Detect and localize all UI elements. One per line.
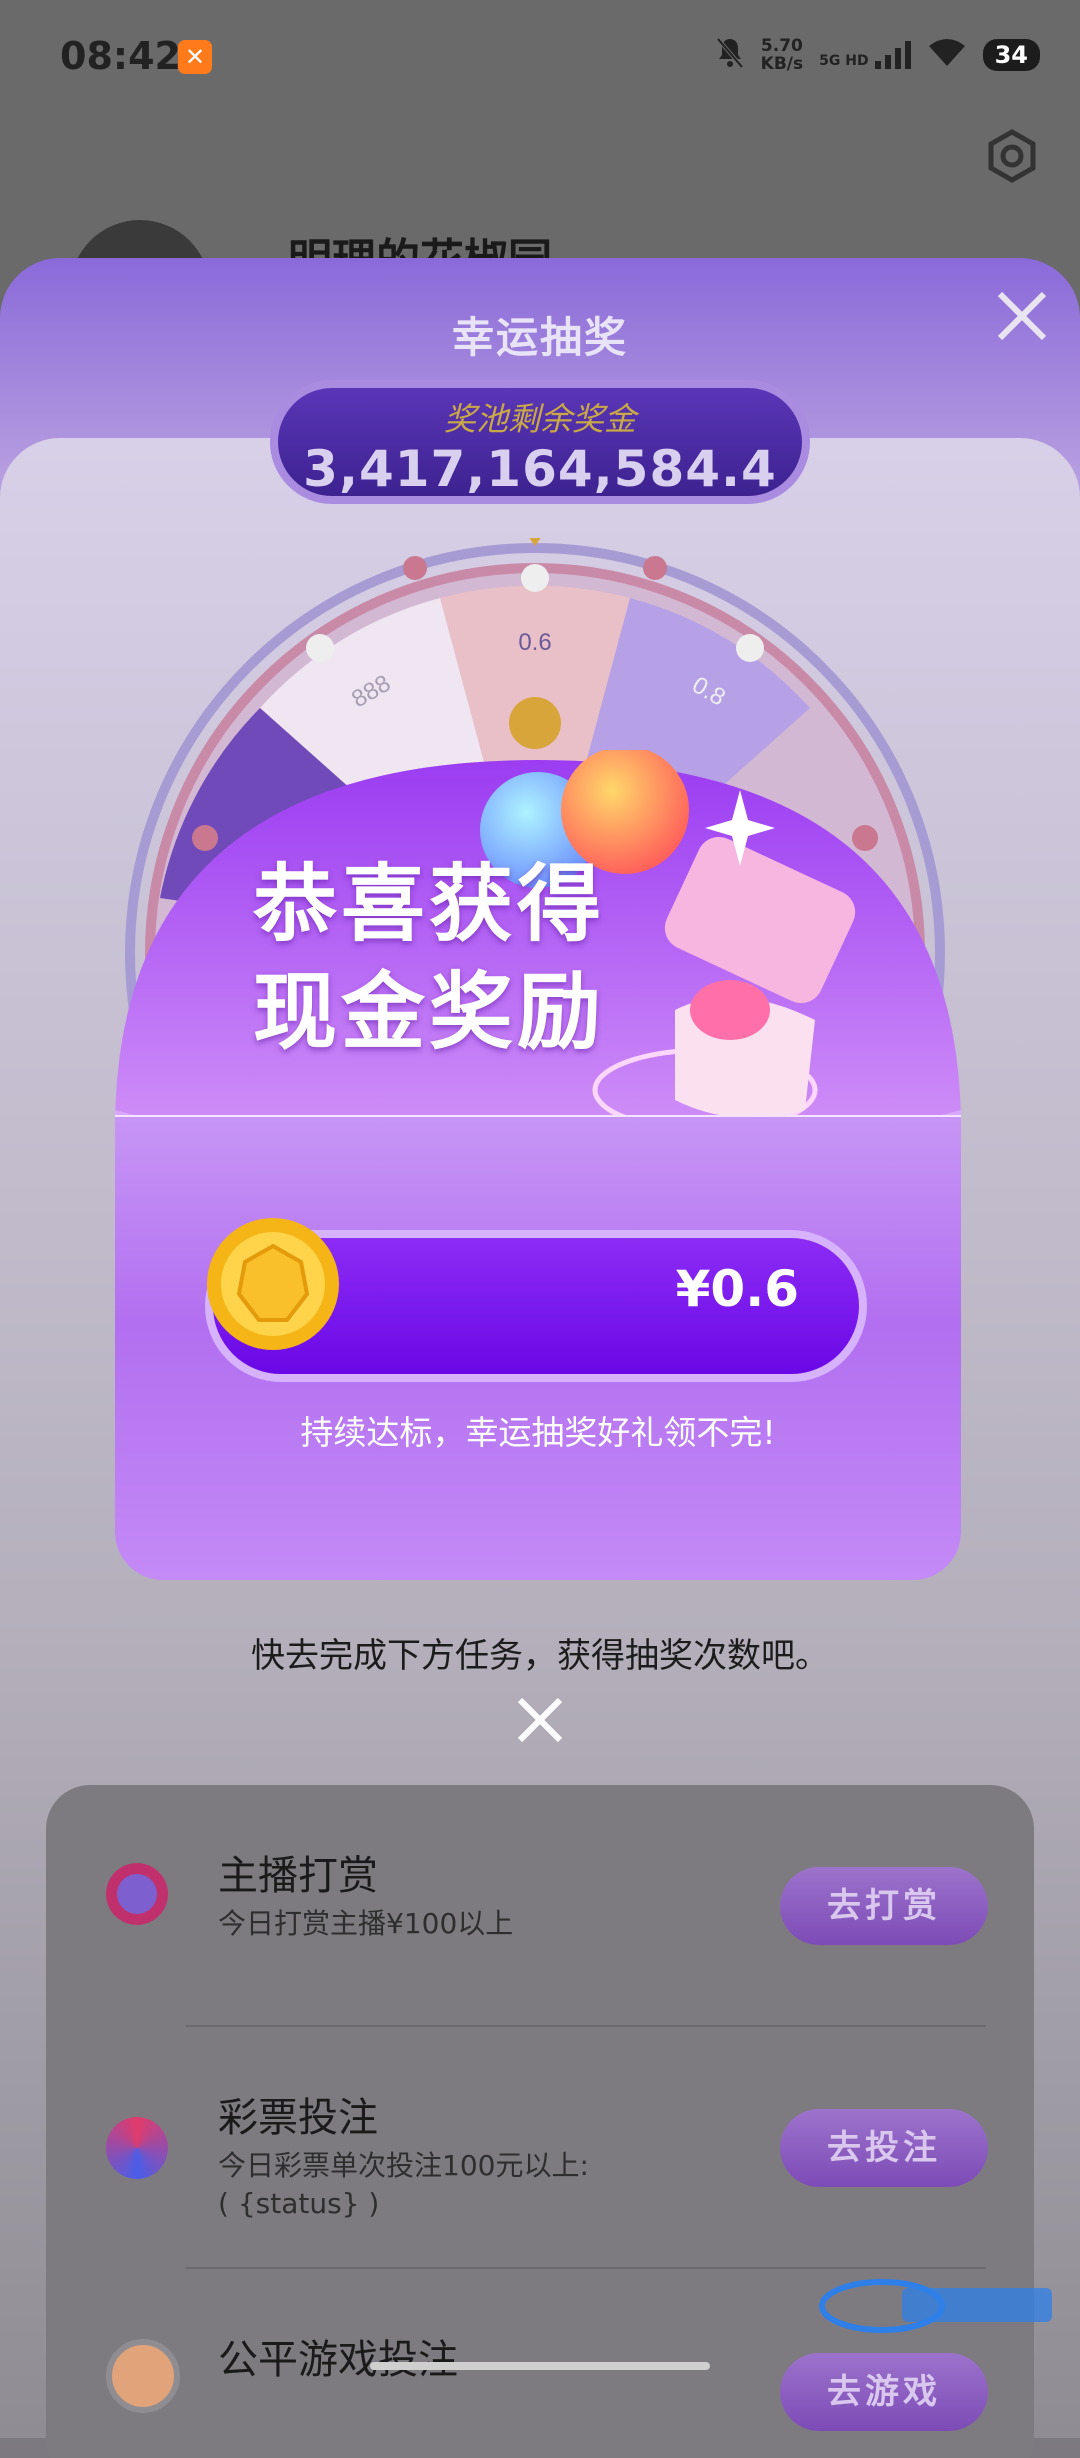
task-desc: 今日彩票单次投注100元以上: ( {status} ) <box>218 2149 589 2220</box>
sheet-title: 幸运抽奖 <box>451 313 628 362</box>
corgi-icon <box>106 2339 180 2413</box>
bet-button[interactable]: 去投注 <box>780 2109 988 2187</box>
reward-amount-bar: ¥0.6 <box>205 1218 867 1382</box>
close-icon[interactable] <box>510 1690 570 1750</box>
reward-note: 持续达标，幸运抽奖好礼领不完! <box>300 1413 776 1452</box>
close-icon[interactable] <box>994 288 1050 344</box>
gold-coin-icon <box>207 1218 339 1350</box>
congrats-heading: 恭喜获得 现金奖励 <box>253 855 606 1061</box>
wifi-icon <box>927 38 967 72</box>
task-title: 公平游戏投注 <box>218 2337 458 2383</box>
watermark-logo <box>812 2270 1062 2340</box>
home-indicator[interactable] <box>370 2362 710 2370</box>
task-tip-streamer: 主播打赏 今日打赏主播¥100以上 去打赏 <box>46 1785 1034 1985</box>
prize-pool-label: 奖池剩余奖金 <box>443 400 636 438</box>
network-speed: 5.70 KB/s <box>760 36 804 74</box>
task-desc: 今日打赏主播¥100以上 <box>218 1907 514 1940</box>
app-notification-icon: ✕ <box>178 40 212 74</box>
reward-modal: 恭喜获得 现金奖励 ¥0.6 持续达标，幸运抽奖好礼领不完! <box>115 750 961 1580</box>
settings-icon[interactable] <box>984 128 1040 184</box>
prize-pool-value: 3,417,164,584.4 <box>303 440 777 498</box>
tip-button[interactable]: 去打赏 <box>780 1867 988 1945</box>
prize-pool: 奖池剩余奖金 3,417,164,584.4 <box>270 380 810 504</box>
status-icons: 5.70 KB/s 5G HD 34 <box>715 36 1040 74</box>
tasks-card: 主播打赏 今日打赏主播¥100以上 去打赏 彩票投注 今日彩票单次投注100元以… <box>46 1785 1034 2458</box>
task-title: 彩票投注 <box>218 2095 378 2141</box>
signal-icon: 5G HD <box>819 41 911 69</box>
wheel-label: 0.6 <box>518 629 551 656</box>
status-bar: 08:42 ✕ 5.70 KB/s 5G HD 34 <box>0 0 1080 110</box>
mute-bell-icon <box>715 36 745 74</box>
task-lottery-bet: 彩票投注 今日彩票单次投注100元以上: ( {status} ) 去投注 <box>46 2025 1034 2225</box>
game-button[interactable]: 去游戏 <box>780 2353 988 2431</box>
battery-indicator: 34 <box>982 39 1040 71</box>
lottery-ball-icon <box>106 2117 168 2179</box>
chip-icon <box>106 1863 168 1925</box>
task-title: 主播打赏 <box>218 1853 378 1899</box>
reward-amount: ¥0.6 <box>675 1260 799 1318</box>
clock: 08:42 <box>60 34 181 78</box>
tasks-hint: 快去完成下方任务，获得抽奖次数吧。 <box>251 1636 829 1676</box>
